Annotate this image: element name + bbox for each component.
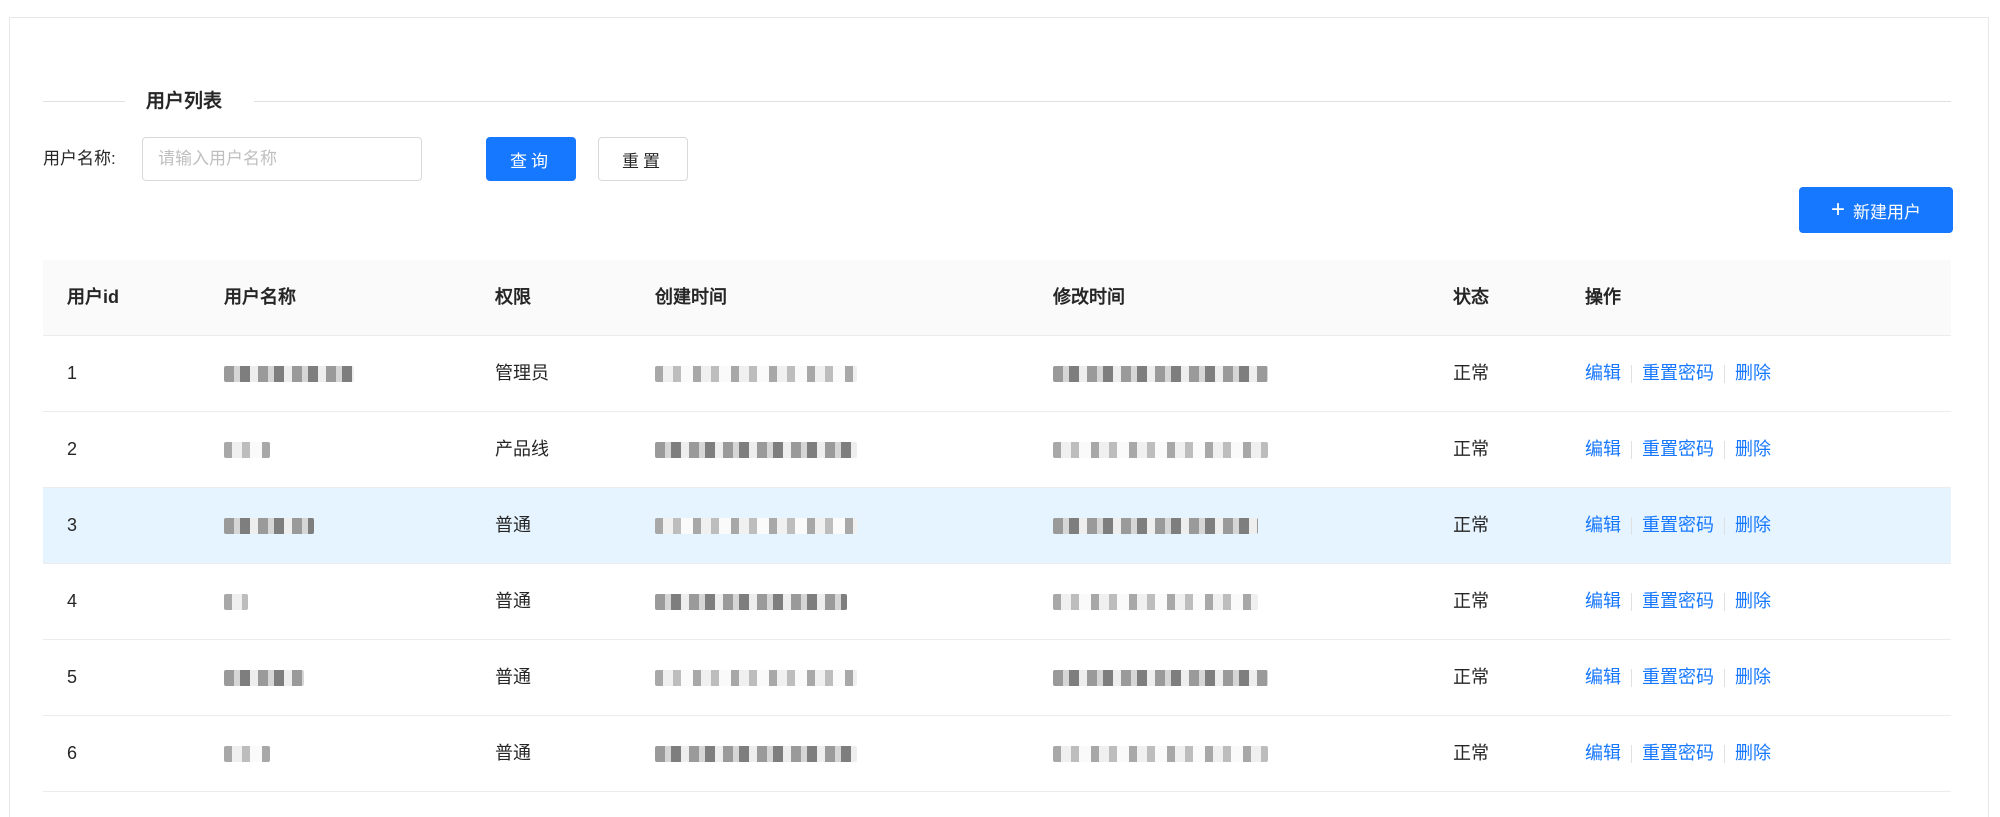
cell-status: 正常 xyxy=(1453,515,1489,535)
cell-created-time-redacted xyxy=(655,670,857,686)
column-header-role[interactable]: 权限 xyxy=(495,260,531,335)
cell-user-id: 5 xyxy=(67,667,78,687)
section-divider: 用户列表 xyxy=(43,91,1951,113)
column-header-actions: 操作 xyxy=(1585,287,1621,307)
cell-status: 正常 xyxy=(1453,591,1489,611)
table-header: 用户id 用户名称 权限 创建时间 修改时间 状态 操作 xyxy=(43,260,1951,336)
cell-user-id: 3 xyxy=(67,515,78,535)
action-separator xyxy=(1724,516,1725,535)
divider-line-right xyxy=(254,101,1951,102)
cell-role: 管理员 xyxy=(495,363,549,383)
table-row[interactable]: 5 普通 正常 编辑 重置密码 删除 xyxy=(43,640,1951,716)
edit-link[interactable]: 编辑 xyxy=(1585,716,1621,791)
cell-username-redacted xyxy=(224,594,248,610)
cell-modified-time-redacted xyxy=(1053,670,1268,686)
column-header-id[interactable]: 用户id xyxy=(67,260,119,335)
delete-link[interactable]: 删除 xyxy=(1735,412,1771,487)
cell-actions: 编辑 重置密码 删除 xyxy=(1585,564,1771,639)
cell-status: 正常 xyxy=(1453,667,1489,687)
action-separator xyxy=(1724,668,1725,687)
new-user-label: 新建用户 xyxy=(1853,202,1921,222)
plus-icon: + xyxy=(1830,196,1845,223)
action-separator xyxy=(1631,440,1632,459)
cell-actions: 编辑 重置密码 删除 xyxy=(1585,412,1771,487)
cell-created-time-redacted xyxy=(655,442,857,458)
table-body: 1 管理员 正常 编辑 重置密码 删除 2 产品线 正常 编辑 重置密码 删除 3 普通 正常 编辑 重置密码删… xyxy=(43,336,1951,792)
delete-link[interactable]: 删除 xyxy=(1735,564,1771,639)
cell-role: 产品线 xyxy=(495,439,549,459)
action-separator xyxy=(1724,364,1725,383)
query-button[interactable]: 查询 xyxy=(486,137,576,181)
cell-user-id: 4 xyxy=(67,591,78,611)
action-separator xyxy=(1724,744,1725,763)
table-row[interactable]: 4 普通 正常 编辑 重置密码 删除 xyxy=(43,564,1951,640)
column-header-created[interactable]: 创建时间 xyxy=(655,260,727,335)
edit-link[interactable]: 编辑 xyxy=(1585,640,1621,715)
action-separator xyxy=(1631,744,1632,763)
edit-link[interactable]: 编辑 xyxy=(1585,412,1621,487)
cell-user-id: 6 xyxy=(67,743,78,763)
cell-user-id: 2 xyxy=(67,439,78,459)
table-row[interactable]: 1 管理员 正常 编辑 重置密码 删除 xyxy=(43,336,1951,412)
divider-line-left xyxy=(43,101,125,102)
delete-link[interactable]: 删除 xyxy=(1735,716,1771,791)
table-row[interactable]: 3 普通 正常 编辑 重置密码 删除 xyxy=(43,488,1951,564)
cell-modified-time-redacted xyxy=(1053,366,1268,382)
cell-created-time-redacted xyxy=(655,366,857,382)
delete-link[interactable]: 删除 xyxy=(1735,336,1771,411)
cell-created-time-redacted xyxy=(655,746,857,762)
table-row[interactable]: 2 产品线 正常 编辑 重置密码 删除 xyxy=(43,412,1951,488)
reset-password-link[interactable]: 重置密码 xyxy=(1642,640,1714,715)
cell-modified-time-redacted xyxy=(1053,518,1258,534)
column-header-status[interactable]: 状态 xyxy=(1453,260,1489,335)
cell-username-redacted xyxy=(224,746,270,762)
cell-modified-time-redacted xyxy=(1053,594,1258,610)
cell-status: 正常 xyxy=(1453,363,1489,383)
reset-password-link[interactable]: 重置密码 xyxy=(1642,488,1714,563)
cell-modified-time-redacted xyxy=(1053,442,1268,458)
cell-user-id: 1 xyxy=(67,363,78,383)
cell-status: 正常 xyxy=(1453,743,1489,763)
cell-created-time-redacted xyxy=(655,594,847,610)
cell-username-redacted xyxy=(224,670,304,686)
cell-role: 普通 xyxy=(495,591,531,611)
reset-password-link[interactable]: 重置密码 xyxy=(1642,336,1714,411)
cell-modified-time-redacted xyxy=(1053,746,1268,762)
user-table: 用户id 用户名称 权限 创建时间 修改时间 状态 操作 1 管理员 正常 编辑 重置密… xyxy=(43,260,1951,792)
reset-button[interactable]: 重置 xyxy=(598,137,688,181)
cell-actions: 编辑 重置密码 删除 xyxy=(1585,488,1771,563)
cell-actions: 编辑 重置密码 删除 xyxy=(1585,640,1771,715)
cell-actions: 编辑 重置密码 删除 xyxy=(1585,336,1771,411)
cell-actions: 编辑 重置密码 删除 xyxy=(1585,716,1771,791)
reset-password-link[interactable]: 重置密码 xyxy=(1642,412,1714,487)
action-separator xyxy=(1724,440,1725,459)
cell-username-redacted xyxy=(224,442,270,458)
action-separator xyxy=(1724,592,1725,611)
cell-status: 正常 xyxy=(1453,439,1489,459)
username-filter-label: 用户名称: xyxy=(43,149,116,168)
action-separator xyxy=(1631,592,1632,611)
edit-link[interactable]: 编辑 xyxy=(1585,564,1621,639)
cell-role: 普通 xyxy=(495,667,531,687)
reset-password-link[interactable]: 重置密码 xyxy=(1642,564,1714,639)
delete-link[interactable]: 删除 xyxy=(1735,640,1771,715)
action-separator xyxy=(1631,668,1632,687)
delete-link[interactable]: 删除 xyxy=(1735,488,1771,563)
cell-username-redacted xyxy=(224,518,314,534)
action-separator xyxy=(1631,364,1632,383)
reset-password-link[interactable]: 重置密码 xyxy=(1642,716,1714,791)
table-row[interactable]: 6 普通 正常 编辑 重置密码 删除 xyxy=(43,716,1951,792)
action-separator xyxy=(1631,516,1632,535)
column-header-username[interactable]: 用户名称 xyxy=(224,260,296,335)
cell-username-redacted xyxy=(224,366,354,382)
column-header-modified[interactable]: 修改时间 xyxy=(1053,260,1125,335)
cell-role: 普通 xyxy=(495,743,531,763)
edit-link[interactable]: 编辑 xyxy=(1585,336,1621,411)
new-user-button[interactable]: + 新建用户 xyxy=(1799,187,1953,233)
edit-link[interactable]: 编辑 xyxy=(1585,488,1621,563)
cell-created-time-redacted xyxy=(655,518,857,534)
username-search-input[interactable] xyxy=(142,137,422,181)
section-title: 用户列表 xyxy=(146,91,223,112)
cell-role: 普通 xyxy=(495,515,531,535)
